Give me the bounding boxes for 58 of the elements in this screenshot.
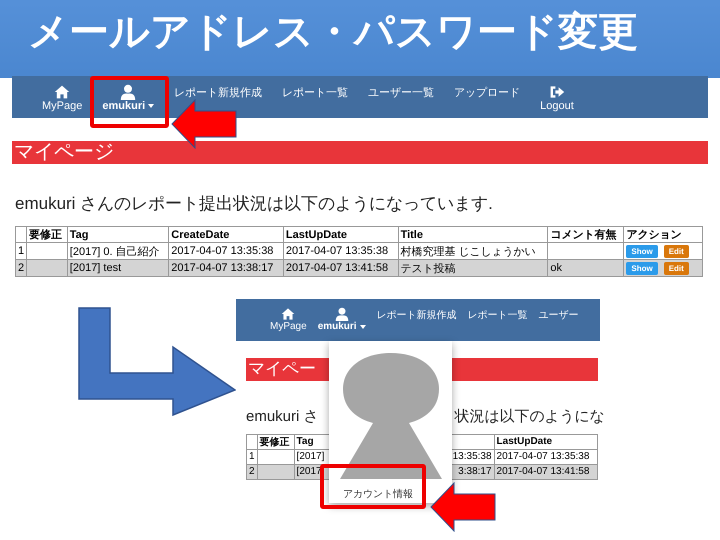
logout-icon (548, 84, 565, 100)
show-button[interactable]: Show (626, 262, 658, 274)
summary-text: emukuri さ (246, 406, 319, 426)
nav-link[interactable]: レポート新規作成 (376, 306, 457, 322)
table-header: 要修正 (257, 434, 294, 450)
nav-link[interactable]: レポート一覧 (468, 306, 528, 322)
table-cell: 2 (246, 464, 258, 480)
table-cell: テスト投稿 (398, 260, 548, 276)
user-icon (120, 84, 136, 100)
nav-link[interactable]: ユーザー (538, 306, 579, 322)
table-cell: [2017] test (67, 260, 169, 276)
nav-link[interactable]: アップロード (454, 83, 520, 100)
show-button[interactable]: Show (626, 244, 658, 258)
nav-link[interactable]: ユーザー一覧 (368, 83, 434, 100)
logout-link[interactable]: Logout (540, 83, 574, 112)
nav-link[interactable]: MyPage (42, 83, 82, 112)
table-cell: 2017-04-07 13:41:58 (283, 260, 398, 276)
arrow-icon (171, 99, 236, 149)
table-header (16, 226, 27, 242)
user-menu-button[interactable]: emukuri (102, 83, 154, 112)
table-cell: 村橋究理基 じこしょうかい (398, 242, 548, 260)
summary-text: 状況は以下のようにな (454, 406, 605, 426)
arrow-icon (430, 482, 496, 532)
nav-link[interactable]: レポート新規作成 (174, 83, 262, 100)
table-cell: 1 (16, 242, 27, 260)
table-cell (26, 260, 68, 276)
table-header: LastUpDate (494, 434, 598, 450)
arrow-icon (78, 307, 236, 417)
table-header: Tag (67, 226, 169, 242)
table-header: LastUpDate (283, 226, 398, 242)
table-cell: 2 (16, 260, 27, 276)
table-cell: [2017] 0. 自己紹介 (67, 242, 169, 260)
table-cell: 2017-04-07 13:41:58 (494, 464, 598, 480)
home-icon (281, 307, 296, 321)
table-cell (26, 242, 68, 260)
table-header: Title (398, 226, 548, 242)
caret-icon (148, 104, 154, 108)
nav-link[interactable]: レポート一覧 (282, 83, 348, 100)
table-cell: 2017-04-07 13:38:17 (168, 260, 284, 276)
summary-text: emukuri さんのレポート提出状況は以下のようになっています. (15, 193, 494, 215)
caret-icon (360, 324, 366, 328)
table-cell: 2017-04-07 13:35:38 (283, 242, 398, 260)
table-header: CreateDate (168, 226, 284, 242)
table-cell: ok (548, 260, 624, 276)
edit-button[interactable]: Edit (664, 244, 689, 258)
table-cell: 1 (246, 449, 258, 464)
home-icon (54, 84, 70, 100)
user-icon (334, 307, 349, 321)
table-cell: 2017-04-07 13:35:38 (168, 242, 284, 260)
page-heading: マイページ (12, 141, 708, 164)
edit-button[interactable]: Edit (664, 262, 689, 274)
table-header: アクション (624, 226, 702, 242)
slide-title: メールアドレス・パスワード変更 (28, 9, 638, 56)
table-header: コメント有無 (548, 226, 624, 242)
menu-item[interactable]: アカウント情報 (343, 483, 413, 501)
table-cell: 2017-04-07 13:35:38 (494, 449, 598, 464)
nav-link[interactable]: MyPage (270, 306, 307, 332)
user-menu-button[interactable]: emukuri (318, 306, 366, 332)
